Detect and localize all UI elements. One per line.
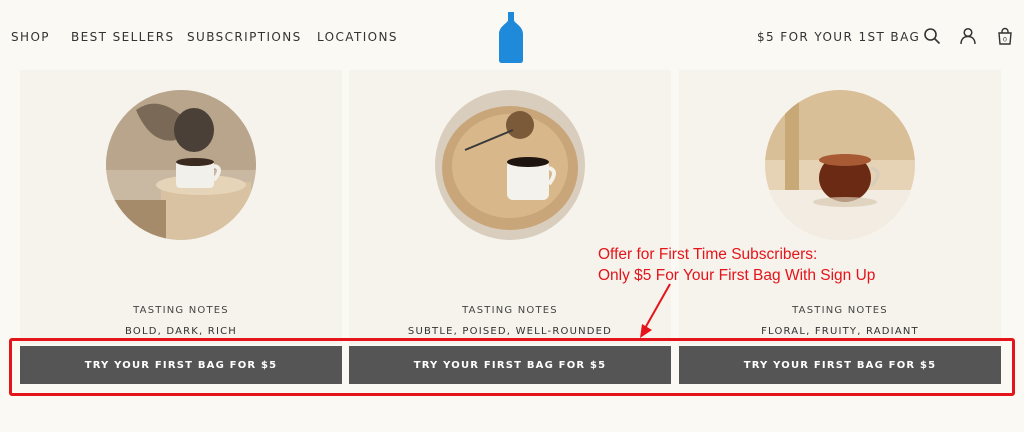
nav-locations[interactable]: LOCATIONS (317, 30, 398, 44)
search-icon[interactable] (923, 27, 941, 45)
product-card: TASTING NOTES FLORAL, FRUITY, RADIANT (679, 70, 1001, 344)
nav-shop[interactable]: SHOP (11, 30, 50, 44)
product-card: TASTING NOTES BOLD, DARK, RICH (20, 70, 342, 344)
tasting-notes-text: BOLD, DARK, RICH (124, 326, 237, 337)
product-card: TASTING NOTES SUBTLE, POISED, WELL-ROUND… (349, 70, 671, 344)
account-icon[interactable] (959, 27, 977, 45)
bottle-logo-icon[interactable] (498, 10, 524, 64)
nav-best-sellers[interactable]: BEST SELLERS (71, 30, 174, 44)
offer-annotation: Offer for First Time Subscribers: Only $… (598, 244, 918, 286)
promo-link[interactable]: $5 FOR YOUR 1ST BAG (757, 30, 920, 44)
tasting-notes-text: FLORAL, FRUITY, RADIANT (761, 326, 919, 337)
try-first-bag-button[interactable]: TRY YOUR FIRST BAG FOR $5 (679, 346, 1001, 384)
annotation-line-1: Offer for First Time Subscribers: (598, 246, 818, 263)
product-photo (106, 90, 256, 240)
cart-count: 0 (1003, 36, 1007, 44)
annotation-arrow-icon (640, 283, 671, 338)
site-header: SHOP BEST SELLERS SUBSCRIPTIONS LOCATION… (0, 0, 1024, 72)
tasting-notes-text: SUBTLE, POISED, WELL-ROUNDED (407, 326, 613, 337)
tasting-notes-heading: TASTING NOTES (133, 305, 229, 316)
product-photo (765, 90, 915, 240)
nav-subscriptions[interactable]: SUBSCRIPTIONS (187, 30, 302, 44)
cart-icon[interactable]: 0 (996, 27, 1014, 45)
try-first-bag-button[interactable]: TRY YOUR FIRST BAG FOR $5 (20, 346, 342, 384)
product-photo (435, 90, 585, 240)
try-first-bag-button[interactable]: TRY YOUR FIRST BAG FOR $5 (349, 346, 671, 384)
tasting-notes-heading: TASTING NOTES (792, 305, 888, 316)
tasting-notes-heading: TASTING NOTES (462, 305, 558, 316)
